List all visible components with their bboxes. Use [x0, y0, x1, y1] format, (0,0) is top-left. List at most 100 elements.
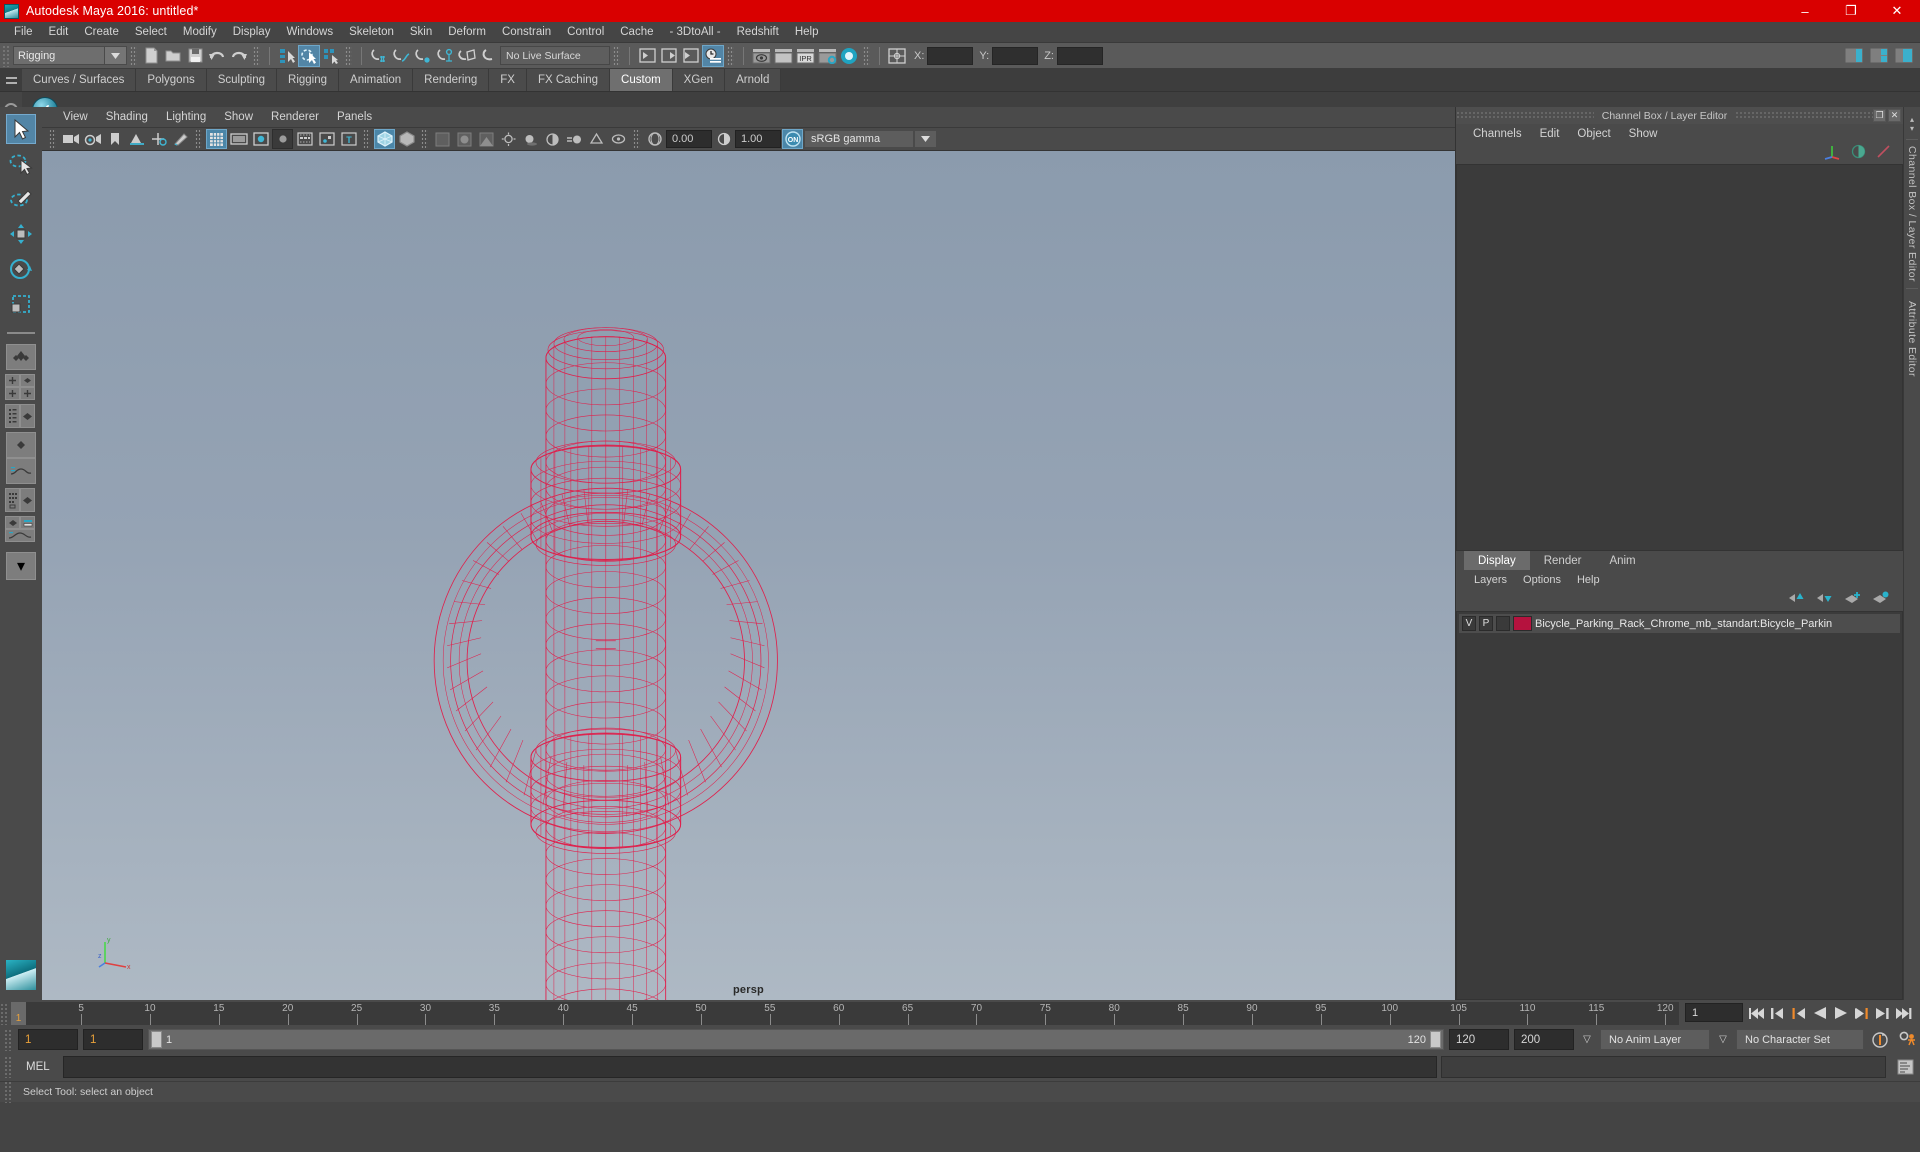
- shelf-tab-custom[interactable]: Custom: [610, 69, 673, 91]
- panel-drag-dots-left[interactable]: [1456, 111, 1594, 120]
- command-line-grip[interactable]: [4, 1056, 13, 1078]
- color-management-dropdown[interactable]: sRGB gamma: [804, 130, 914, 148]
- move-layer-down-icon[interactable]: [1816, 591, 1833, 609]
- xray-toggle-icon[interactable]: [374, 129, 395, 149]
- exposure-field[interactable]: 0.00: [666, 130, 712, 148]
- persp-graph-layout-icon[interactable]: [6, 432, 36, 458]
- two-d-pan-zoom-icon[interactable]: [148, 129, 169, 149]
- step-back-key-icon[interactable]: [1790, 1004, 1807, 1022]
- paint-select-tool-icon[interactable]: [6, 184, 36, 214]
- playback-start-field[interactable]: 1: [83, 1029, 143, 1050]
- undo-icon[interactable]: [206, 45, 228, 67]
- channel-box-attribute-area[interactable]: [1456, 164, 1903, 551]
- viewport-menu-lighting[interactable]: Lighting: [157, 109, 215, 125]
- menu-control[interactable]: Control: [559, 24, 612, 40]
- output-connections-icon[interactable]: [680, 45, 702, 67]
- screen-space-ao-icon[interactable]: [542, 129, 563, 149]
- layer-shading-toggle[interactable]: [1496, 616, 1510, 631]
- panel-close-button[interactable]: ✕: [1888, 109, 1901, 122]
- new-scene-icon[interactable]: [140, 45, 162, 67]
- layout-more-button[interactable]: ▾: [6, 552, 36, 580]
- gamma-toggle-icon[interactable]: [713, 129, 734, 149]
- texture-display-icon[interactable]: [476, 129, 497, 149]
- maximize-button[interactable]: ❐: [1828, 0, 1874, 22]
- menu-create[interactable]: Create: [76, 24, 127, 40]
- graph-editor-layout-icon[interactable]: [6, 458, 36, 484]
- show-editor-icon[interactable]: [636, 45, 658, 67]
- status-bar-grip[interactable]: [4, 1081, 13, 1103]
- menuset-mode-caret-icon[interactable]: [105, 46, 127, 65]
- menu-skeleton[interactable]: Skeleton: [341, 24, 402, 40]
- channel-box-menu-show[interactable]: Show: [1620, 126, 1667, 142]
- sidebar-channelbox-icon[interactable]: [1843, 45, 1865, 67]
- color-management-toggle-icon[interactable]: ON: [782, 129, 803, 149]
- menuset-mode-dropdown[interactable]: Rigging: [13, 46, 105, 65]
- layer-playback-toggle[interactable]: P: [1479, 616, 1493, 631]
- menu-file[interactable]: File: [6, 24, 41, 40]
- isolate-select-icon[interactable]: [644, 129, 665, 149]
- anim-start-field[interactable]: 1: [18, 1029, 78, 1050]
- shelf-tab-polygons[interactable]: Polygons: [136, 69, 207, 91]
- hypershade-persp-layout-icon[interactable]: [5, 488, 37, 512]
- menu-help[interactable]: Help: [787, 24, 827, 40]
- menu-cache[interactable]: Cache: [612, 24, 661, 40]
- animation-preferences-icon[interactable]: [1896, 1031, 1920, 1048]
- depth-of-field-icon[interactable]: [608, 129, 629, 149]
- select-by-object-icon[interactable]: [298, 44, 320, 67]
- four-view-layout-icon[interactable]: [5, 374, 37, 400]
- time-slider[interactable]: 1 5 10 15 20 25 30 35 40 45 50 55 60 65 70 75 80 85 90 95 1…: [11, 1002, 1679, 1025]
- current-frame-field[interactable]: 1: [1685, 1003, 1743, 1022]
- coord-z-field[interactable]: [1056, 46, 1103, 65]
- scale-tool-icon[interactable]: [6, 289, 36, 319]
- layer-menu-options[interactable]: Options: [1515, 573, 1569, 587]
- safe-action-icon[interactable]: [316, 129, 337, 149]
- channel-box-menu-channels[interactable]: Channels: [1464, 126, 1531, 142]
- command-language-label[interactable]: MEL: [17, 1061, 59, 1073]
- viewport-menu-panels[interactable]: Panels: [328, 109, 381, 125]
- shadows-display-icon[interactable]: [520, 129, 541, 149]
- menu-select[interactable]: Select: [127, 24, 175, 40]
- safe-title-icon[interactable]: T: [338, 129, 359, 149]
- multisample-icon[interactable]: [586, 129, 607, 149]
- play-backwards-icon[interactable]: [1811, 1004, 1828, 1022]
- layer-row[interactable]: V P Bicycle_Parking_Rack_Chrome_mb_stand…: [1459, 614, 1900, 633]
- panel-undock-button[interactable]: ❐: [1873, 109, 1886, 122]
- construction-history-icon[interactable]: [702, 44, 724, 67]
- camera-attributes-icon[interactable]: [82, 129, 103, 149]
- coord-y-field[interactable]: [992, 46, 1039, 65]
- channel-slash-icon[interactable]: [1876, 144, 1891, 164]
- script-editor-icon[interactable]: [1894, 1056, 1916, 1078]
- move-layer-up-icon[interactable]: [1788, 591, 1805, 609]
- step-back-frame-icon[interactable]: [1769, 1004, 1786, 1022]
- command-input-field[interactable]: [62, 1056, 1437, 1078]
- perspective-viewport[interactable]: y x z persp: [42, 151, 1455, 1000]
- vertical-tab-channel-box[interactable]: Channel Box / Layer Editor: [1906, 139, 1918, 289]
- minimize-button[interactable]: –: [1782, 0, 1828, 22]
- make-live-icon[interactable]: [478, 45, 500, 67]
- grid-toggle-icon[interactable]: [206, 129, 227, 149]
- shelf-tab-fx[interactable]: FX: [489, 69, 527, 91]
- character-set-caret-icon[interactable]: ▽: [1715, 1034, 1731, 1045]
- status-line-grip[interactable]: [2, 44, 11, 67]
- shelf-tab-fx-caching[interactable]: FX Caching: [526, 69, 611, 91]
- shelf-tab-sculpting[interactable]: Sculpting: [206, 69, 278, 91]
- snap-to-point-icon[interactable]: [412, 45, 434, 67]
- live-surface-field[interactable]: No Live Surface: [500, 46, 610, 65]
- snap-to-curve-icon[interactable]: [390, 45, 412, 67]
- shaded-display-icon[interactable]: [432, 129, 453, 149]
- render-sequence-icon[interactable]: [772, 45, 794, 67]
- ipr-render-icon[interactable]: IPR: [794, 45, 816, 67]
- lasso-select-tool-icon[interactable]: [6, 149, 36, 179]
- range-start-handle[interactable]: [151, 1031, 162, 1048]
- step-forward-key-icon[interactable]: [1853, 1004, 1870, 1022]
- new-layer-icon[interactable]: [1844, 591, 1861, 609]
- right-tabs-scroll-down-icon[interactable]: ▾: [1910, 124, 1914, 133]
- menu-redshift[interactable]: Redshift: [729, 24, 787, 40]
- tab-render[interactable]: Render: [1529, 551, 1596, 570]
- viewport-menu-renderer[interactable]: Renderer: [262, 109, 328, 125]
- channel-box-menu-edit[interactable]: Edit: [1531, 126, 1569, 142]
- persp-trax-layout-icon[interactable]: [5, 516, 37, 542]
- right-tabs-scroll-up-icon[interactable]: ▴: [1910, 115, 1914, 124]
- step-forward-frame-icon[interactable]: [1874, 1004, 1891, 1022]
- menu-windows[interactable]: Windows: [278, 24, 341, 40]
